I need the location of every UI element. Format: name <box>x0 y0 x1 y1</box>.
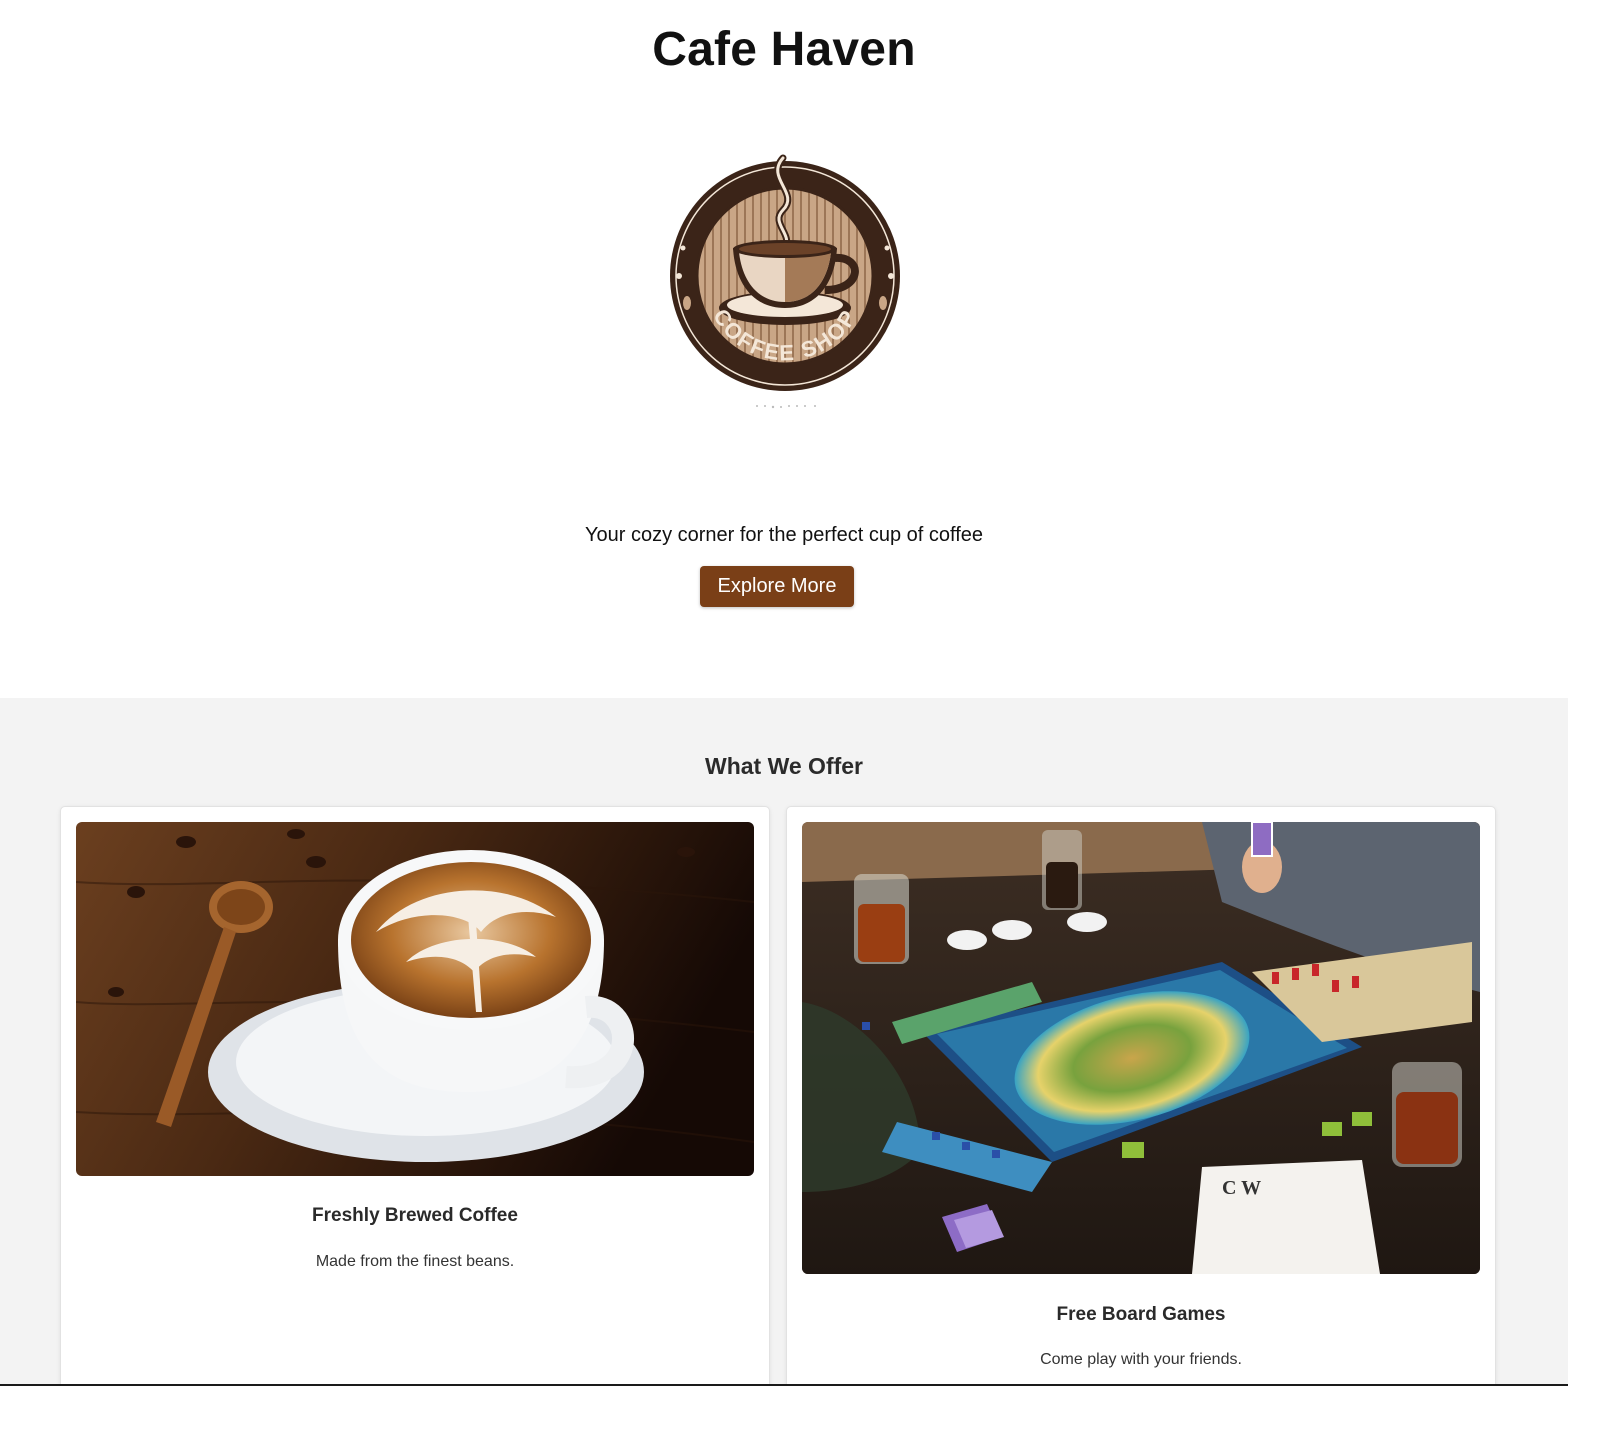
latte-art-photo <box>76 822 754 1176</box>
offer-card-board-games: C W Free Board Games Come play with your… <box>786 806 1496 1431</box>
right-margin <box>1568 0 1620 1431</box>
offer-section-title: What We Offer <box>704 753 864 779</box>
page: Cafe Haven COFFEE SHOP Your cozy corner … <box>0 0 1568 1431</box>
coffee-cup-logo-icon: COFFEE SHOP <box>670 154 900 409</box>
below-divider-area <box>0 1386 1568 1431</box>
board-game-icon: C W <box>802 822 1480 1274</box>
site-title: Cafe Haven <box>652 23 916 76</box>
card-title: Free Board Games <box>1056 1304 1226 1325</box>
offer-card-coffee: Freshly Brewed Coffee Made from the fine… <box>60 806 770 1431</box>
card-description: Made from the finest beans. <box>315 1253 515 1270</box>
hero-section: Cafe Haven COFFEE SHOP Your cozy corner … <box>0 0 1568 698</box>
svg-text:C W: C W <box>1222 1177 1261 1199</box>
latte-cup-icon <box>76 822 754 1176</box>
tagline: Your cozy corner for the perfect cup of … <box>584 524 983 546</box>
coffee-shop-logo: COFFEE SHOP <box>665 148 905 418</box>
explore-more-button[interactable]: Explore More <box>700 566 854 607</box>
offer-section: What We Offer Freshly Brewed Coffee Made… <box>0 698 1568 1431</box>
card-description: Come play with your friends. <box>1040 1351 1242 1368</box>
board-game-photo: C W <box>802 822 1480 1274</box>
card-title: Freshly Brewed Coffee <box>312 1205 518 1226</box>
